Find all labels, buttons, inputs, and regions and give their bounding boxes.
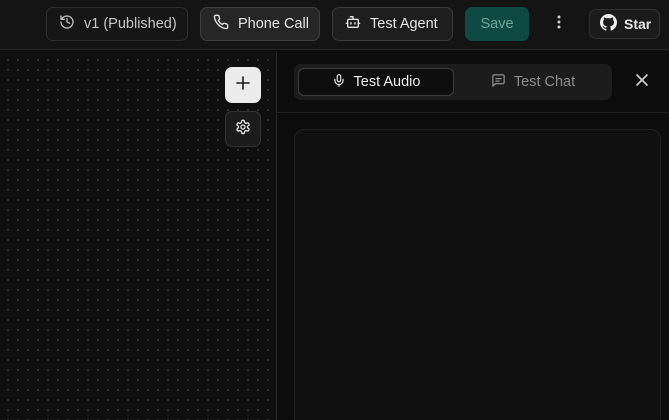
save-label: Save (480, 16, 514, 32)
top-toolbar: v1 (Published) Phone Call Test Agent Sav… (0, 0, 669, 50)
test-panel: Test Audio Test Chat (276, 51, 669, 420)
test-agent-label: Test Agent (370, 16, 438, 32)
test-mode-tabs: Test Audio Test Chat (294, 64, 612, 100)
close-panel-button[interactable] (632, 72, 652, 92)
panel-divider (277, 112, 669, 113)
test-agent-button[interactable]: Test Agent (332, 7, 453, 41)
bot-icon (345, 14, 361, 34)
more-options-button[interactable] (548, 11, 570, 37)
app-window: v1 (Published) Phone Call Test Agent Sav… (0, 0, 669, 420)
phone-call-button[interactable]: Phone Call (200, 7, 320, 41)
tab-test-audio[interactable]: Test Audio (298, 68, 454, 96)
canvas-settings-button[interactable] (225, 111, 261, 147)
microphone-icon (332, 73, 346, 92)
github-icon (600, 14, 617, 34)
more-vertical-icon (556, 14, 562, 35)
chat-icon (491, 73, 506, 92)
star-label: Star (624, 16, 652, 32)
gear-icon (235, 119, 251, 140)
tab-test-chat[interactable]: Test Chat (458, 68, 608, 96)
add-node-button[interactable] (225, 67, 261, 103)
tab-test-chat-label: Test Chat (513, 74, 576, 90)
history-icon (59, 14, 75, 34)
workflow-canvas[interactable] (0, 51, 276, 420)
phone-icon (213, 14, 229, 34)
save-button[interactable]: Save (465, 7, 529, 41)
version-label: v1 (Published) (84, 16, 177, 32)
tab-test-audio-label: Test Audio (353, 74, 421, 90)
github-star-button[interactable]: Star (589, 9, 660, 39)
plus-icon (236, 75, 250, 95)
version-button[interactable]: v1 (Published) (46, 7, 188, 41)
audio-test-area (294, 129, 661, 420)
phone-call-label: Phone Call (238, 16, 309, 32)
close-icon (636, 73, 648, 91)
